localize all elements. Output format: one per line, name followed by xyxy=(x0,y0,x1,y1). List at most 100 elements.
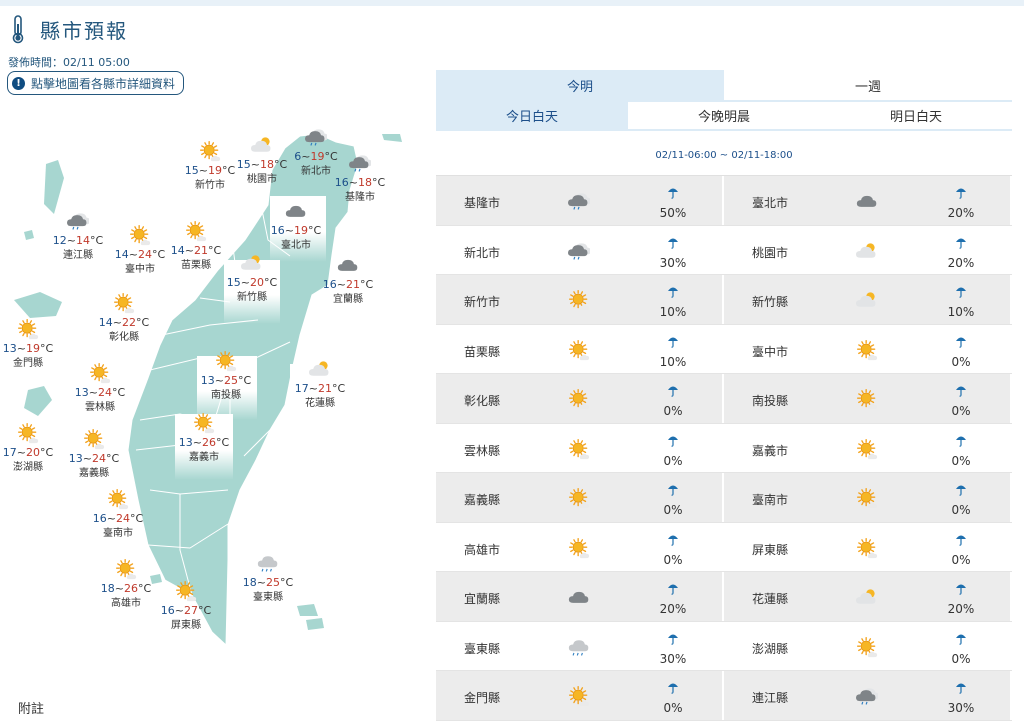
temp-min: 13 xyxy=(68,452,83,465)
map-city-marker[interactable]: 13~24°C 嘉義縣 xyxy=(54,428,134,481)
city-forecast-cell[interactable]: 基隆市 50% xyxy=(436,176,722,225)
city-forecast-cell[interactable]: 臺南市 0% xyxy=(722,473,1010,522)
rain-probability: 10% xyxy=(936,283,986,319)
city-forecast-cell[interactable]: 桃園市 20% xyxy=(722,225,1010,274)
rain-percent: 20% xyxy=(947,206,975,220)
temp-separator: ~ xyxy=(174,604,185,617)
map-city-temp: 16~18°C xyxy=(335,176,385,189)
map-city-marker[interactable]: 14~22°C 彰化縣 xyxy=(84,292,164,345)
cloudy-icon xyxy=(856,190,878,216)
map-city-marker[interactable]: 13~19°C 金門縣 xyxy=(0,318,68,371)
rain-percent: 0% xyxy=(951,552,971,567)
temp-max: 19 xyxy=(294,224,309,237)
city-forecast-cell[interactable]: 臺東縣 30% xyxy=(436,622,722,671)
map-city-marker[interactable]: 16~24°C 臺南市 xyxy=(78,488,158,541)
sunny-icon xyxy=(193,412,215,434)
umbrella-icon xyxy=(648,630,698,649)
rain-probability: 30% xyxy=(648,234,698,270)
map-city-marker[interactable]: 18~25°C 臺東縣 xyxy=(228,552,308,605)
temp-separator: ~ xyxy=(106,512,117,525)
sunny-icon xyxy=(89,362,111,384)
city-forecast-cell[interactable]: 宜蘭縣 20% xyxy=(436,572,722,621)
temp-separator: ~ xyxy=(82,452,93,465)
map-city-marker[interactable]: 13~25°C 南投縣 xyxy=(186,350,266,403)
map-city-name: 新竹市 xyxy=(195,180,225,191)
city-forecast-cell[interactable]: 彰化縣 0% xyxy=(436,374,722,423)
cloudy-icon xyxy=(568,586,590,612)
city-forecast-cell[interactable]: 澎湖縣 0% xyxy=(722,621,1010,670)
tab-tomorrow-day[interactable]: 明日白天 xyxy=(820,102,1012,129)
rain-percent: 0% xyxy=(951,354,971,369)
city-name: 花蓮縣 xyxy=(752,592,789,606)
city-forecast-cell[interactable]: 金門縣 0% xyxy=(436,671,722,720)
city-forecast-cell[interactable]: 花蓮縣 20% xyxy=(722,572,1010,621)
city-forecast-cell[interactable]: 嘉義市 0% xyxy=(722,423,1010,472)
umbrella-icon xyxy=(648,283,698,302)
sunny-icon xyxy=(568,685,590,711)
map-city-marker[interactable]: 16~27°C 屏東縣 xyxy=(146,580,226,633)
map-city-temp: 15~20°C xyxy=(227,276,277,289)
umbrella-icon xyxy=(936,531,986,550)
map-city-marker[interactable]: 13~24°C 雲林縣 xyxy=(60,362,140,415)
rain-percent: 30% xyxy=(947,701,975,715)
city-forecast-cell[interactable]: 雲林縣 0% xyxy=(436,424,722,473)
city-forecast-cell[interactable]: 新北市 30% xyxy=(436,226,722,275)
umbrella-icon xyxy=(936,580,986,599)
partly-cloudy-icon xyxy=(251,134,273,156)
map-city-marker[interactable]: 16~21°C 宜蘭縣 xyxy=(308,254,388,307)
city-forecast-cell[interactable]: 屏東縣 0% xyxy=(722,522,1010,571)
map-city-marker[interactable]: 16~18°C 基隆市 xyxy=(320,152,400,205)
map-city-name: 彰化縣 xyxy=(109,332,139,343)
rain-percent: 10% xyxy=(659,354,687,369)
rain-probability: 0% xyxy=(648,432,698,468)
map-city-temp: 13~24°C xyxy=(75,386,125,399)
map-city-name: 金門縣 xyxy=(13,358,43,369)
map-city-marker[interactable]: 13~26°C 嘉義市 xyxy=(164,412,244,465)
map-detail-button[interactable]: ! 點擊地圖看各縣市詳細資料 xyxy=(7,71,185,95)
map-city-marker[interactable]: 15~20°C 新竹縣 xyxy=(212,252,292,305)
city-forecast-cell[interactable]: 新竹市 10% xyxy=(436,275,722,324)
city-forecast-cell[interactable]: 南投縣 0% xyxy=(722,374,1010,423)
city-name: 連江縣 xyxy=(752,691,789,705)
tab-today-tomorrow[interactable]: 今明 xyxy=(436,70,724,100)
city-forecast-cell[interactable]: 新竹縣 10% xyxy=(722,275,1010,324)
table-row: 彰化縣 0% 南投縣 0% xyxy=(436,374,1012,424)
tab-week[interactable]: 一週 xyxy=(724,70,1012,100)
map-city-temp: 18~26°C xyxy=(101,582,151,595)
sunny-icon xyxy=(17,318,39,340)
temp-separator: ~ xyxy=(348,176,359,189)
city-forecast-cell[interactable]: 嘉義縣 0% xyxy=(436,473,722,522)
temp-min: 15 xyxy=(226,276,241,289)
city-name: 金門縣 xyxy=(464,691,501,705)
rain-probability: 20% xyxy=(936,234,986,270)
table-row: 基隆市 50% 臺北市 20% xyxy=(436,176,1012,226)
temp-max: 26 xyxy=(124,582,139,595)
temp-min: 15 xyxy=(236,158,251,171)
rain-probability: 10% xyxy=(648,333,698,369)
forecast-table: 基隆市 50% 臺北市 20% 新北市 30% 桃園市 20% 新竹市 10% 新竹縣 10% 苗栗縣 1… xyxy=(436,175,1012,721)
city-forecast-cell[interactable]: 苗栗縣 10% xyxy=(436,325,722,374)
city-name: 桃園市 xyxy=(752,245,789,260)
tab-tonight[interactable]: 今晚明晨 xyxy=(628,102,820,129)
map-city-marker[interactable]: 16~19°C 臺北市 xyxy=(256,200,336,253)
temp-max: 22 xyxy=(122,316,137,329)
rain-probability: 30% xyxy=(648,630,698,666)
city-forecast-cell[interactable]: 高雄市 0% xyxy=(436,523,722,572)
cloudy-rain-icon xyxy=(67,210,90,232)
city-forecast-cell[interactable]: 連江縣 30% xyxy=(722,671,1010,720)
city-name: 南投縣 xyxy=(752,394,789,408)
map-city-marker[interactable]: 17~21°C 花蓮縣 xyxy=(280,358,360,411)
temp-max: 26 xyxy=(202,436,217,449)
taiwan-map[interactable]: 15~19°C 新竹市 15~18°C 桃園市 6~19°C 新北市 16~18°C 基隆市 1… xyxy=(0,120,430,660)
rain-probability: 0% xyxy=(936,531,986,567)
city-forecast-cell[interactable]: 臺中市 0% xyxy=(722,324,1010,373)
tab-today-day[interactable]: 今日白天 xyxy=(436,102,628,129)
map-city-name: 宜蘭縣 xyxy=(333,294,363,305)
rain-probability: 20% xyxy=(936,580,986,616)
temp-min: 16 xyxy=(322,278,337,291)
city-name: 臺中市 xyxy=(752,344,789,359)
city-forecast-cell[interactable]: 臺北市 20% xyxy=(722,176,1010,225)
temp-separator: ~ xyxy=(16,446,27,459)
map-city-name: 雲林縣 xyxy=(85,402,115,413)
map-city-temp: 18~25°C xyxy=(243,576,293,589)
